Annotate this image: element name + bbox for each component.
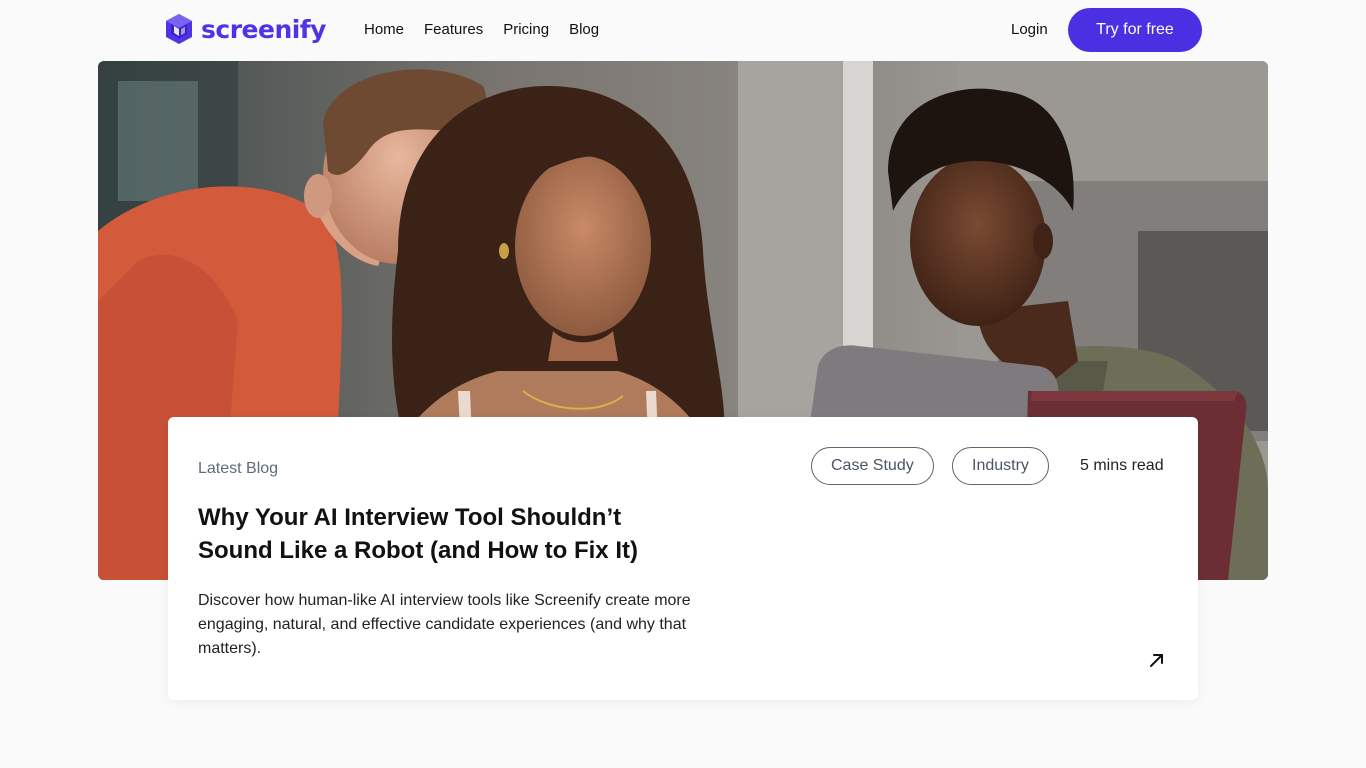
tag-case-study[interactable]: Case Study [811, 447, 934, 485]
brand-logo[interactable]: screenify [165, 13, 326, 45]
nav-link-features[interactable]: Features [424, 20, 483, 40]
latest-blog-card[interactable]: Latest Blog Why Your AI Interview Tool S… [168, 417, 1198, 700]
blog-post-excerpt: Discover how human-like AI interview too… [198, 592, 691, 657]
tag-industry[interactable]: Industry [952, 447, 1049, 485]
card-eyebrow: Latest Blog [198, 460, 279, 477]
main-nav: Home Features Pricing Blog [364, 20, 599, 40]
nav-link-pricing[interactable]: Pricing [503, 20, 549, 40]
blog-post-title[interactable]: Why Your AI Interview Tool Shouldn’t Sou… [198, 501, 688, 567]
nav-link-home[interactable]: Home [364, 20, 404, 40]
screenify-logo-icon [166, 14, 192, 44]
try-for-free-button[interactable]: Try for free [1068, 8, 1202, 52]
arrow-up-right-glyph [1150, 654, 1163, 667]
login-link[interactable]: Login [1011, 20, 1048, 40]
top-navbar: screenify Home Features Pricing Blog Log… [0, 0, 1366, 60]
read-time: 5 mins read [1080, 457, 1164, 474]
brand-name: screenify [201, 14, 326, 44]
arrow-up-right-icon[interactable] [1146, 649, 1168, 671]
nav-link-blog[interactable]: Blog [569, 20, 599, 40]
